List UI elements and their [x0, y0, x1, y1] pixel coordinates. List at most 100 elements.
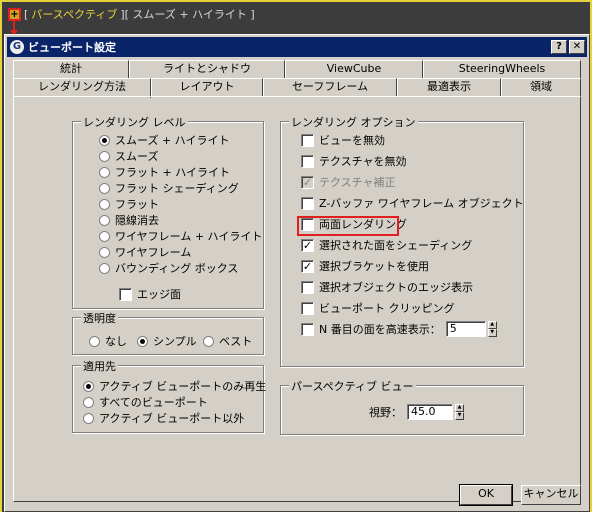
radio-icon[interactable]: [203, 335, 214, 347]
rendering-option-checkbox[interactable]: ✓: [301, 238, 314, 252]
tab-viewcube[interactable]: ViewCube: [285, 60, 423, 78]
cancel-button[interactable]: キャンセル: [521, 485, 581, 505]
transparency-group: 透明度 なし シンプル ベスト: [72, 310, 264, 355]
transparency-option-best[interactable]: ベスト: [203, 333, 252, 349]
spinner-up-icon[interactable]: ▲: [487, 321, 497, 329]
viewport-shading-label[interactable]: ][ スムーズ + ハイライト ]: [120, 6, 254, 22]
apply-to-group: 適用先 アクティブ ビューポートのみ再生 すべてのビューポート アクティブ ビュ…: [72, 358, 266, 433]
rendering-option-checkbox[interactable]: [301, 154, 314, 168]
rendering-level-option-label: 隠線消去: [115, 214, 159, 227]
rendering-option-row[interactable]: ビューポート クリッピング: [301, 300, 455, 316]
edge-faces-row[interactable]: エッジ面: [119, 286, 181, 302]
transparency-option-simple[interactable]: シンプル: [137, 333, 197, 349]
radio-icon[interactable]: [83, 380, 94, 392]
rendering-level-option[interactable]: フラット + ハイライト: [99, 164, 230, 180]
radio-icon[interactable]: [99, 166, 110, 178]
rendering-level-option[interactable]: スムーズ: [99, 148, 158, 164]
apply-to-option[interactable]: アクティブ ビューポート以外: [83, 410, 244, 426]
rendering-options-title: レンダリング オプション: [289, 114, 418, 130]
radio-icon[interactable]: [99, 230, 110, 242]
radio-icon[interactable]: [99, 214, 110, 226]
tab-regions[interactable]: 領域: [501, 78, 581, 96]
tab-adaptive-degradation[interactable]: 最適表示: [397, 78, 501, 96]
radio-icon[interactable]: [99, 246, 110, 258]
ok-button[interactable]: OK: [459, 484, 513, 506]
app-icon: G: [10, 40, 24, 54]
rendering-option-row[interactable]: ✓ 選択された面をシェーディング: [301, 237, 472, 253]
rendering-level-option-label: バウンディング ボックス: [115, 262, 239, 275]
tab-rendering-method[interactable]: レンダリング方法: [13, 78, 151, 98]
apply-to-option[interactable]: すべてのビューポート: [83, 394, 208, 410]
radio-icon[interactable]: [99, 198, 110, 210]
fov-row: 視野： 45.0 ▲ ▼: [369, 404, 464, 420]
spinner-down-icon[interactable]: ▼: [455, 412, 464, 420]
tab-row-front: レンダリング方法 レイアウト セーフフレーム 最適表示 領域: [13, 78, 581, 98]
viewport-view-name[interactable]: パースペクティブ: [31, 6, 117, 22]
apply-to-option[interactable]: アクティブ ビューポートのみ再生: [83, 378, 266, 394]
rendering-option-checkbox[interactable]: [301, 196, 314, 210]
rendering-option-checkbox[interactable]: [301, 280, 314, 294]
viewport-menu-plus-icon[interactable]: +: [8, 7, 21, 21]
rendering-option-row[interactable]: Z-バッファ ワイヤフレーム オブジェクト: [301, 195, 524, 211]
nth-face-spinner-arrows[interactable]: ▲ ▼: [487, 321, 497, 337]
edge-faces-checkbox[interactable]: [119, 287, 132, 301]
rendering-option-row[interactable]: N 番目の面を高速表示： 5 ▲ ▼: [301, 321, 497, 337]
radio-icon[interactable]: [89, 335, 100, 347]
help-button[interactable]: ?: [551, 40, 567, 54]
rendering-option-row[interactable]: テクスチャを無効: [301, 153, 407, 169]
rendering-option-checkbox[interactable]: [301, 301, 314, 315]
perspective-view-group: パースペクティブ ビュー 視野： 45.0 ▲ ▼: [280, 378, 524, 435]
rendering-option-checkbox[interactable]: [301, 322, 314, 336]
radio-icon[interactable]: [99, 262, 110, 274]
transparency-title: 透明度: [81, 310, 118, 326]
rendering-option-checkbox[interactable]: [301, 133, 314, 147]
rendering-level-option[interactable]: ワイヤフレーム + ハイライト: [99, 228, 262, 244]
radio-icon[interactable]: [137, 335, 148, 347]
nth-face-spinner[interactable]: 5 ▲ ▼: [445, 321, 497, 337]
radio-icon[interactable]: [99, 150, 110, 162]
radio-icon[interactable]: [83, 396, 94, 408]
rendering-level-option[interactable]: スムーズ + ハイライト: [99, 132, 229, 148]
radio-icon[interactable]: [99, 134, 110, 146]
rendering-option-row[interactable]: ✓ 選択ブラケットを使用: [301, 258, 429, 274]
edge-faces-label: エッジ面: [137, 288, 181, 301]
close-button[interactable]: ✕: [569, 40, 585, 54]
rendering-level-group: レンダリング レベル スムーズ + ハイライト スムーズ フラット + ハイライトフ…: [72, 114, 264, 309]
fov-spinner[interactable]: 45.0 ▲ ▼: [407, 404, 464, 420]
transparency-option-none[interactable]: なし: [89, 333, 127, 349]
rendering-option-label: 選択オブジェクトのエッジ表示: [319, 281, 473, 294]
rendering-option-row[interactable]: ✓ テクスチャ補正: [301, 174, 396, 190]
rendering-option-row[interactable]: ビューを無効: [301, 132, 385, 148]
spinner-up-icon[interactable]: ▲: [455, 404, 464, 412]
fov-input[interactable]: 45.0: [407, 404, 453, 420]
apply-to-title: 適用先: [81, 358, 118, 374]
viewport-label-prefix: [: [24, 7, 29, 21]
spinner-down-icon[interactable]: ▼: [487, 329, 497, 337]
fov-spinner-arrows[interactable]: ▲ ▼: [455, 404, 464, 420]
rendering-level-option-label: スムーズ: [115, 150, 159, 163]
rendering-level-option[interactable]: フラット: [99, 196, 159, 212]
rendering-option-label: Z-バッファ ワイヤフレーム オブジェクト: [319, 197, 524, 210]
tab-statistics[interactable]: 統計: [13, 60, 129, 78]
rendering-level-option-label: ワイヤフレーム + ハイライト: [115, 230, 263, 243]
radio-icon[interactable]: [99, 182, 110, 194]
rendering-option-row[interactable]: 選択オブジェクトのエッジ表示: [301, 279, 473, 295]
rendering-level-option[interactable]: ワイヤフレーム: [99, 244, 191, 260]
viewport-label: + [ パースペクティブ ][ スムーズ + ハイライト ]: [8, 6, 255, 22]
apply-to-option-label: アクティブ ビューポートのみ再生: [99, 380, 267, 393]
rendering-level-option[interactable]: バウンディング ボックス: [99, 260, 238, 276]
rendering-option-checkbox[interactable]: ✓: [301, 259, 314, 273]
apply-to-option-label: アクティブ ビューポート以外: [99, 412, 245, 425]
tab-layout[interactable]: レイアウト: [151, 78, 263, 96]
rendering-level-option-label: フラット + ハイライト: [115, 166, 230, 179]
nth-face-input[interactable]: 5: [445, 321, 486, 337]
tab-panel-rendering-method: レンダリング レベル スムーズ + ハイライト スムーズ フラット + ハイライトフ…: [13, 96, 581, 502]
tab-lights-shadows[interactable]: ライトとシャドウ: [129, 60, 285, 78]
tab-safe-frame[interactable]: セーフフレーム: [263, 78, 397, 96]
radio-icon[interactable]: [83, 412, 94, 424]
apply-to-option-label: すべてのビューポート: [99, 396, 208, 409]
rendering-level-option[interactable]: フラット シェーディング: [99, 180, 239, 196]
rendering-level-option[interactable]: 隠線消去: [99, 212, 159, 228]
rendering-level-title: レンダリング レベル: [81, 114, 188, 130]
tab-steeringwheels[interactable]: SteeringWheels: [423, 60, 581, 78]
